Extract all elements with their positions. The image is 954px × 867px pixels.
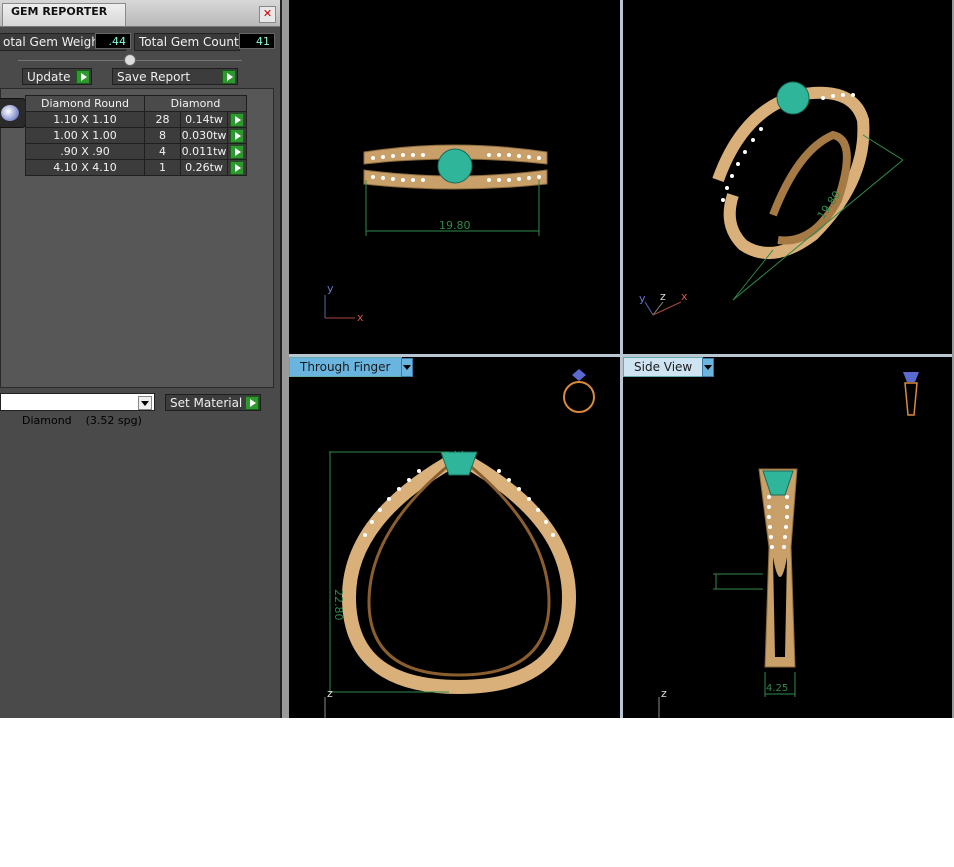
side-view-render: 4.25 z bbox=[658, 372, 919, 718]
table-row[interactable]: 1.10 X 1.10 28 0.14tw bbox=[25, 111, 247, 128]
update-button[interactable]: Update bbox=[22, 68, 92, 85]
axis-z-label: z bbox=[660, 290, 666, 303]
ring-through-finger-model bbox=[341, 450, 577, 695]
dimension-label: 19.80 bbox=[439, 219, 471, 232]
gem-weight: 0.14tw bbox=[180, 111, 228, 128]
table-row[interactable]: 1.00 X 1.00 8 0.030tw bbox=[25, 127, 247, 144]
total-gem-count-label: Total Gem Count bbox=[134, 33, 240, 51]
ring-side-model bbox=[758, 468, 798, 668]
row-action[interactable] bbox=[227, 159, 247, 176]
axis-x-label: x bbox=[681, 290, 688, 303]
app-window: GEM REPORTER ✕ otal Gem Weight .44 Total… bbox=[0, 0, 954, 718]
viewport-perspective[interactable]: 19.80 y z x bbox=[623, 0, 952, 354]
table-row[interactable]: .90 X .90 4 0.011tw bbox=[25, 143, 247, 160]
gem-weight: 0.030tw bbox=[180, 127, 228, 144]
axis-x-label: x bbox=[357, 311, 364, 324]
play-icon bbox=[245, 396, 259, 410]
gem-size: 1.00 X 1.00 bbox=[25, 127, 145, 144]
front-view-render: 19.80 y x bbox=[324, 144, 548, 324]
play-icon[interactable] bbox=[230, 161, 244, 175]
gem-table: Diamond Round Diamond 1.10 X 1.10 28 0.1… bbox=[25, 95, 247, 176]
through-finger-render: 22.80 z bbox=[324, 369, 595, 718]
ring-outline-icon bbox=[563, 369, 595, 413]
axis-gizmo: z bbox=[324, 687, 333, 718]
material-select[interactable]: Diamond (3.52 spg) bbox=[0, 393, 155, 427]
total-gem-count-value: 41 bbox=[239, 33, 275, 49]
gem-weight: 0.26tw bbox=[180, 159, 228, 176]
dimension-label: 4.25 bbox=[766, 683, 788, 694]
gem-size: .90 X .90 bbox=[25, 143, 145, 160]
gem-size: 1.10 X 1.10 bbox=[25, 111, 145, 128]
viewport-side-view[interactable]: Side View 4.25 z bbox=[623, 357, 952, 718]
save-report-button-label: Save Report bbox=[117, 70, 191, 84]
total-gem-weight-value: .44 bbox=[95, 33, 131, 49]
row-action[interactable] bbox=[227, 143, 247, 160]
chevron-down-icon[interactable] bbox=[702, 358, 715, 377]
diamond-gem-icon[interactable] bbox=[0, 98, 26, 128]
viewport-label-text: Through Finger bbox=[300, 360, 391, 374]
viewport-label-text: Side View bbox=[634, 360, 693, 374]
play-icon[interactable] bbox=[230, 129, 244, 143]
gem-count: 8 bbox=[144, 127, 181, 144]
axis-z-label: z bbox=[661, 687, 667, 700]
viewport-label-through-finger[interactable]: Through Finger bbox=[289, 357, 413, 377]
ring-side-outline-icon bbox=[903, 372, 919, 416]
play-icon[interactable] bbox=[230, 113, 244, 127]
column-header-shape: Diamond Round bbox=[25, 95, 145, 112]
chevron-down-icon[interactable] bbox=[138, 396, 152, 410]
axis-z-label: z bbox=[327, 687, 333, 700]
play-icon bbox=[76, 70, 90, 84]
gem-count: 4 bbox=[144, 143, 181, 160]
play-icon bbox=[222, 70, 236, 84]
chevron-down-icon[interactable] bbox=[400, 358, 413, 377]
update-button-label: Update bbox=[27, 70, 71, 84]
gem-table-header: Diamond Round Diamond bbox=[25, 95, 247, 112]
table-row[interactable]: 4.10 X 4.10 1 0.26tw bbox=[25, 159, 247, 176]
axis-y-label: y bbox=[639, 292, 646, 305]
panel-titlebar: GEM REPORTER ✕ bbox=[0, 0, 280, 27]
play-icon[interactable] bbox=[230, 145, 244, 159]
axis-y-label: y bbox=[327, 282, 334, 295]
perspective-view-render: 19.80 y z x bbox=[639, 81, 904, 316]
gem-reporter-tab[interactable]: GEM REPORTER bbox=[2, 3, 126, 26]
viewport-front[interactable]: 19.80 y x bbox=[289, 0, 620, 354]
set-material-button-label: Set Material bbox=[170, 396, 243, 410]
viewport-splitter-vertical[interactable] bbox=[620, 0, 623, 718]
gem-reporter-panel: GEM REPORTER ✕ otal Gem Weight .44 Total… bbox=[0, 0, 282, 718]
gem-swatch bbox=[1, 105, 19, 121]
close-icon[interactable]: ✕ bbox=[259, 6, 276, 23]
row-action[interactable] bbox=[227, 111, 247, 128]
save-report-button[interactable]: Save Report bbox=[112, 68, 238, 85]
gem-count: 1 bbox=[144, 159, 181, 176]
ring-perspective-model bbox=[712, 81, 870, 259]
axis-gizmo: y x bbox=[324, 282, 364, 324]
ring-front-model bbox=[363, 144, 548, 190]
viewport-label-side-view[interactable]: Side View bbox=[623, 357, 715, 377]
gem-weight: 0.011tw bbox=[180, 143, 228, 160]
dimension-label: 22.80 bbox=[332, 589, 345, 621]
axis-gizmo: z bbox=[658, 687, 667, 718]
gem-size: 4.10 X 4.10 bbox=[25, 159, 145, 176]
gem-count: 28 bbox=[144, 111, 181, 128]
material-select-value: Diamond (3.52 spg) bbox=[21, 414, 142, 427]
set-material-button[interactable]: Set Material bbox=[165, 394, 261, 411]
column-header-material: Diamond bbox=[144, 95, 247, 112]
collapse-knob-icon[interactable] bbox=[124, 54, 136, 66]
viewport-splitter-horizontal[interactable] bbox=[289, 354, 952, 357]
row-action[interactable] bbox=[227, 127, 247, 144]
viewport-through-finger[interactable]: Through Finger 22.80 z bbox=[289, 357, 620, 718]
axis-gizmo: y z x bbox=[639, 290, 688, 316]
